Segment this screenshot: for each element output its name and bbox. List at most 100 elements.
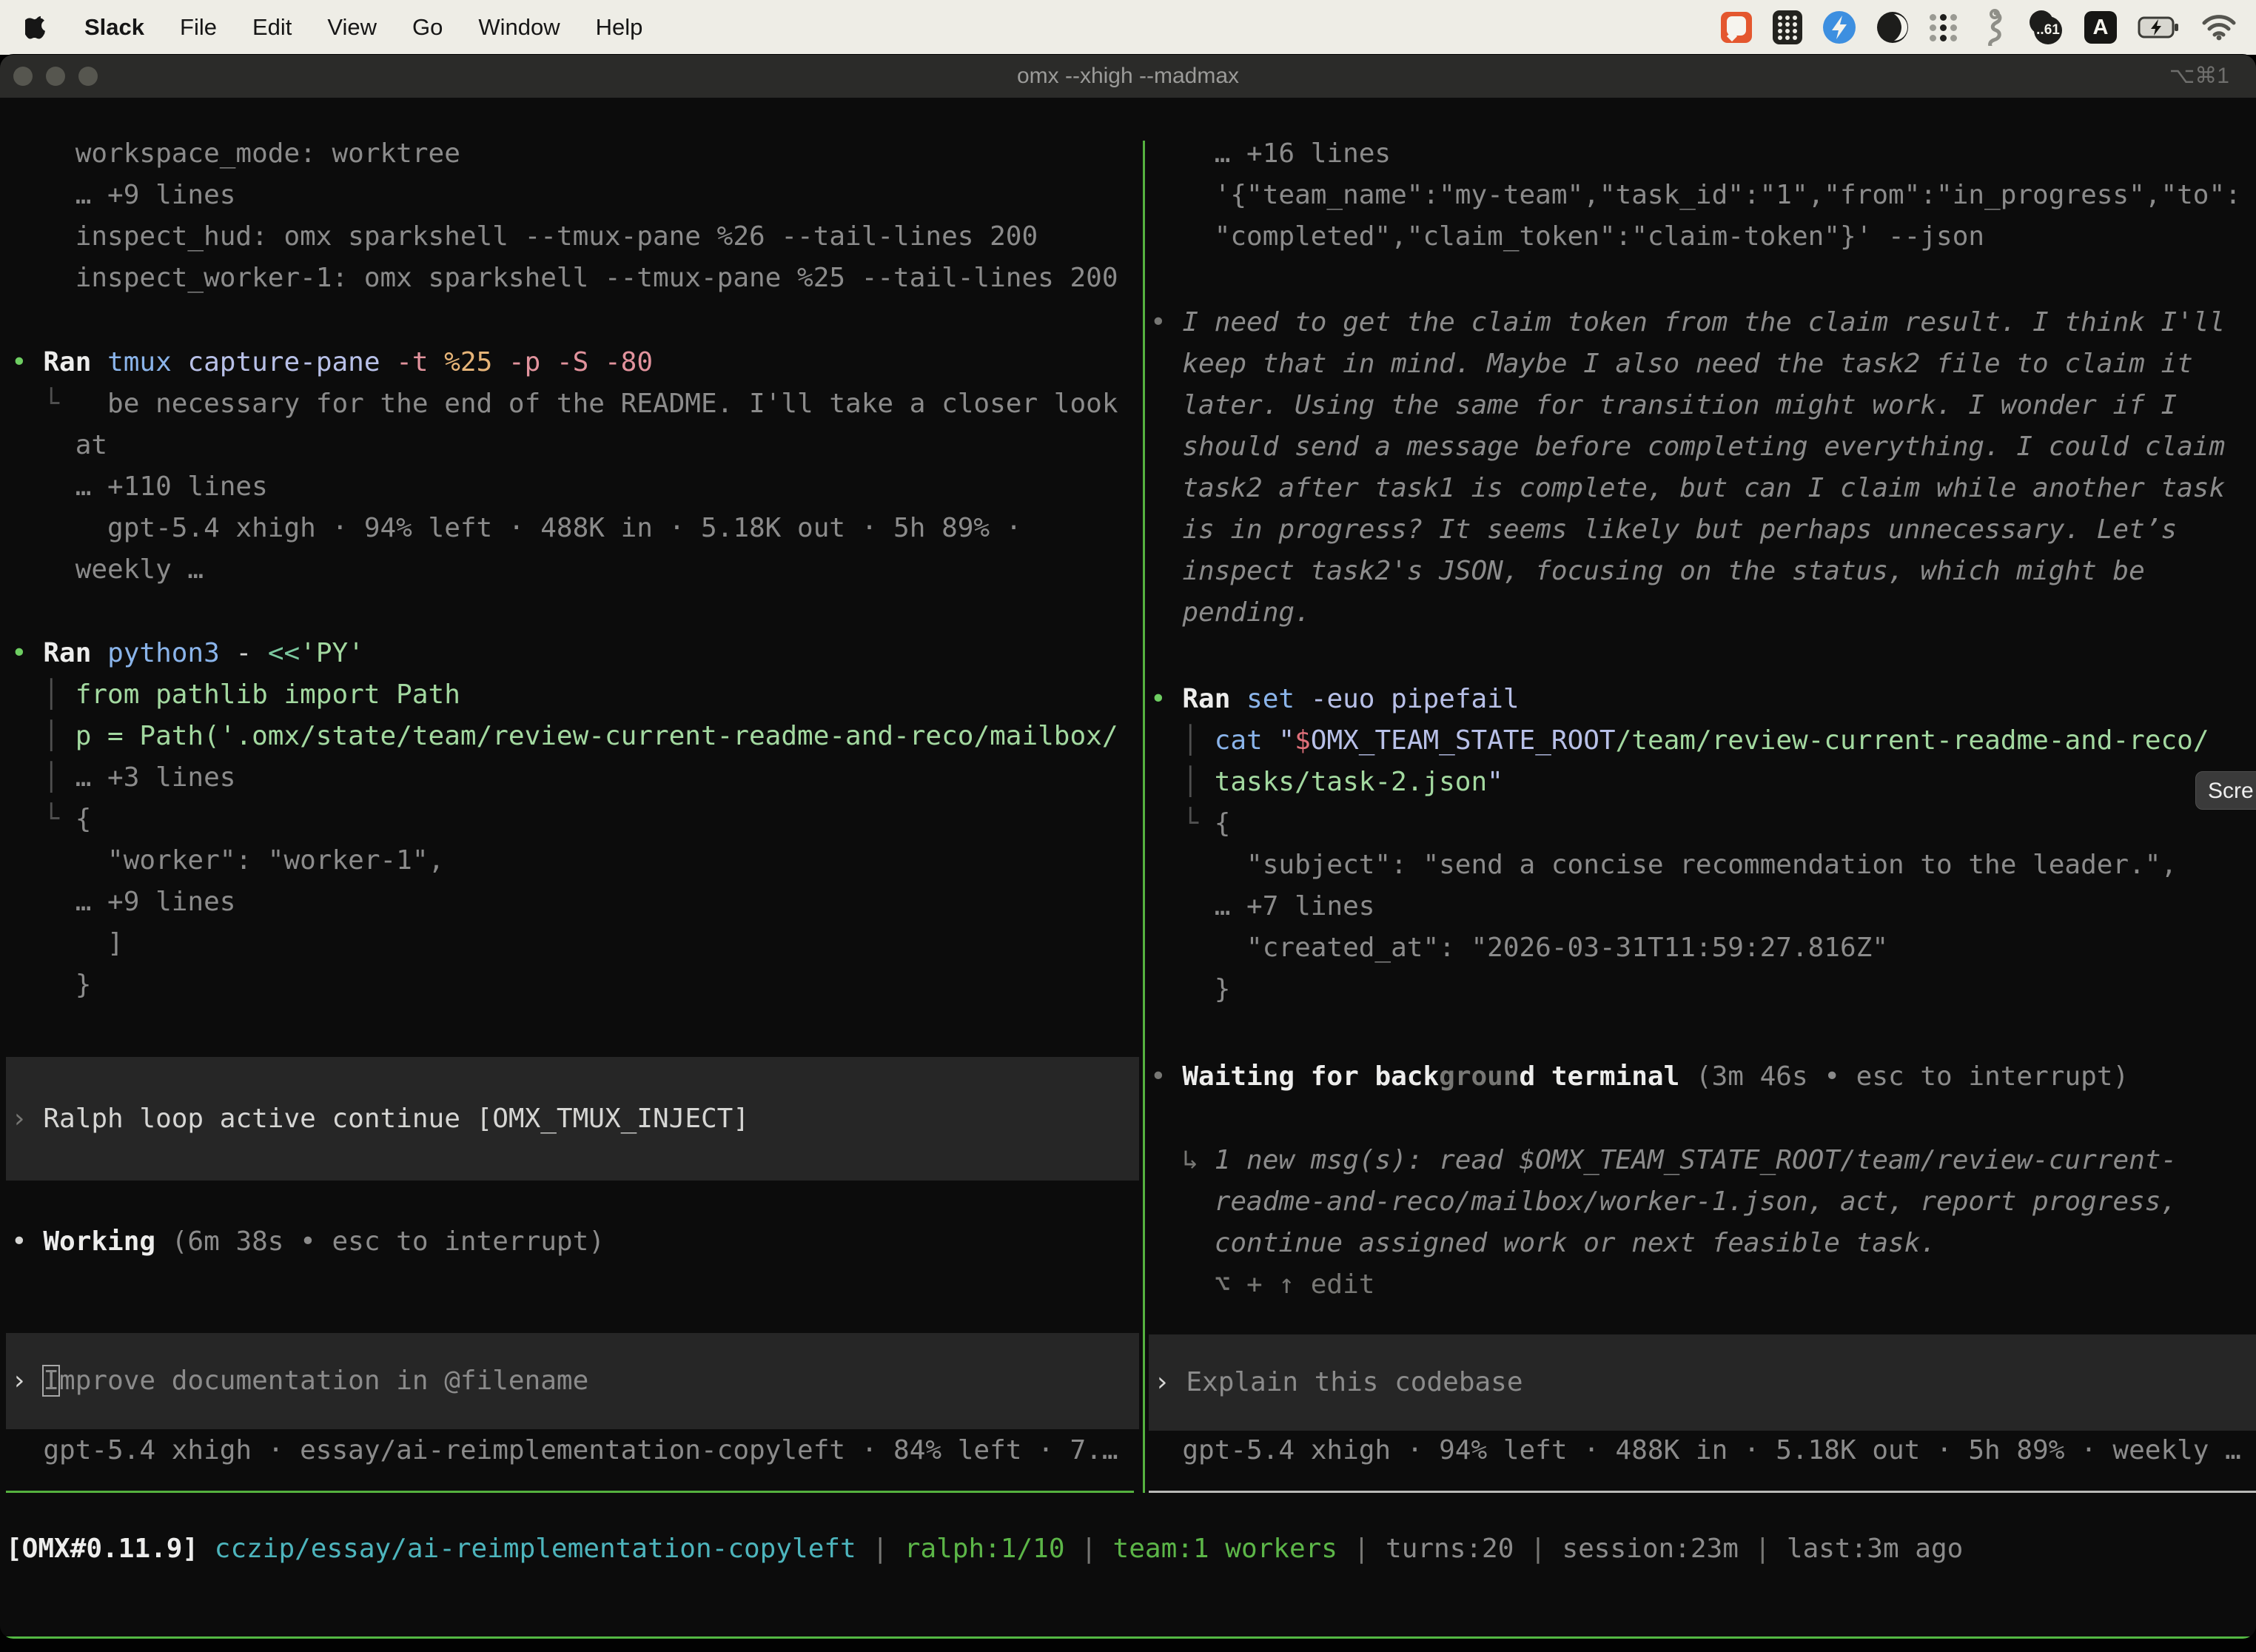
working-label: Working	[43, 1226, 155, 1257]
separator: |	[1530, 1534, 1562, 1564]
ran-label: Ran	[43, 638, 107, 668]
letter-a-icon[interactable]: A	[2084, 11, 2117, 44]
bullet-icon: •	[11, 1226, 43, 1257]
macos-menu-bar: Slack File Edit View Go Window Help ..61…	[0, 0, 2256, 55]
output-line: }	[11, 964, 1118, 1006]
chat-app-icon[interactable]	[1721, 12, 1752, 43]
code-line: │ from pathlib import Path	[11, 674, 1118, 716]
collapsed-lines-label: … +3 lines	[75, 762, 236, 793]
omx-statusline: [OMX#0.11.9] cczip/essay/ai-reimplementa…	[6, 1528, 1963, 1570]
output-text: {	[1215, 808, 1231, 839]
window-shortcut-badge: ⌥⌘1	[2169, 55, 2229, 98]
bullet-icon: •	[11, 638, 43, 668]
terminal-line: workspace_mode: worktree	[11, 133, 1118, 175]
session-status-line: gpt-5.4 xhigh · essay/ai-reimplementatio…	[11, 1430, 1118, 1471]
ran-label: Ran	[43, 347, 107, 377]
left-pane-border	[6, 1491, 1134, 1493]
wifi-icon[interactable]	[2201, 13, 2237, 41]
file-path: tasks/task-2.json	[1215, 767, 1487, 797]
chevron-icon: ›	[11, 1104, 43, 1134]
ralph-loop-text: Ralph loop active continue [OMX_TMUX_INJ…	[43, 1104, 749, 1134]
chevron-icon: ›	[11, 1366, 43, 1396]
ralph-loop-banner: › Ralph loop active continue [OMX_TMUX_I…	[6, 1057, 1139, 1181]
code-text: from pathlib import Path	[75, 679, 460, 710]
mailbox-line: continue assigned work or next feasible …	[1150, 1223, 2177, 1264]
ran-command-line: • Ran set -euo pipefail	[1150, 679, 2209, 720]
dollar-sign: $	[1295, 725, 1311, 756]
file-path: /team/review-current-readme-and-reco/	[1616, 725, 2209, 756]
left-ran-tmux-block: • Ran tmux capture-pane -t %25 -p -S -80…	[11, 342, 1118, 591]
battery-charging-icon[interactable]	[2138, 16, 2181, 38]
tmux-host-clock: "MacBook-Pro-44.local" 05:03 31-Mar-26	[1639, 1636, 2249, 1639]
output-line: … +9 lines	[11, 882, 1118, 923]
menu-item-window[interactable]: Window	[478, 14, 560, 41]
command-name: set	[1246, 684, 1311, 714]
left-prompt-input[interactable]: › Improve documentation in @filename	[11, 1360, 588, 1402]
crescent-icon[interactable]	[1876, 11, 1909, 44]
bolt-badge-icon[interactable]	[1823, 11, 1856, 44]
mailbox-text: 1 new msg(s): read $OMX_TEAM_STATE_ROOT/…	[1215, 1145, 2177, 1175]
output-line: "created_at": "2026-03-31T11:59:27.816Z"	[1150, 927, 2209, 969]
session-status-line: gpt-5.4 xhigh · 94% left · 488K in · 5.1…	[1150, 1430, 2241, 1471]
dots-grid-icon[interactable]	[1930, 14, 1957, 41]
count-badge-icon[interactable]: ..61	[2028, 10, 2064, 44]
bullet-icon: •	[11, 347, 43, 377]
code-text: p = Path('.omx/state/team/review-current…	[75, 721, 1118, 751]
terminal-window: omx --xhigh --madmax ⌥⌘1 workspace_mode:…	[0, 55, 2256, 1639]
bullet-icon: •	[1150, 307, 1182, 338]
output-text: be necessary for the end of the README. …	[107, 389, 1118, 419]
ran-label: Ran	[1182, 684, 1246, 714]
env-var: OMX_TEAM_STATE_ROOT	[1311, 725, 1616, 756]
thinking-text: I need to get the claim token from the c…	[1182, 307, 2225, 338]
menu-app-name[interactable]: Slack	[84, 14, 144, 41]
waiting-detail: (3m 46s • esc to interrupt)	[1679, 1061, 2129, 1092]
window-titlebar[interactable]: omx --xhigh --madmax ⌥⌘1	[0, 55, 2256, 98]
output-line: weekly …	[11, 549, 1118, 591]
working-line: • Working (6m 38s • esc to interrupt)	[11, 1221, 605, 1263]
menu-item-file[interactable]: File	[180, 14, 217, 41]
right-prompt-bar[interactable]: › Explain this codebase	[1149, 1334, 2256, 1431]
count-badge-value: ..61	[2034, 16, 2062, 44]
keypad-icon[interactable]	[1773, 10, 1802, 44]
quote-char: "	[1487, 767, 1503, 797]
left-session-status: gpt-5.4 xhigh · essay/ai-reimplementatio…	[11, 1430, 1118, 1471]
terminal-line: … +9 lines	[11, 175, 1118, 216]
menu-item-view[interactable]: View	[327, 14, 377, 41]
output-line: └ {	[11, 799, 1118, 840]
corner-glyph: └	[11, 389, 107, 419]
code-line: │ tasks/task-2.json"	[1150, 762, 2209, 803]
prompt-placeholder: mprove documentation in @filename	[59, 1366, 588, 1396]
omx-status-row: [OMX#0.11.9] cczip/essay/ai-reimplementa…	[6, 1528, 1963, 1570]
thinking-line: keep that in mind. Maybe I also need the…	[1150, 343, 2225, 385]
terminal-content: workspace_mode: worktree … +9 lines insp…	[0, 98, 2256, 1639]
project-path: cczip/essay/ai-reimplementation-copyleft	[215, 1534, 873, 1564]
working-detail: (6m 38s • esc to interrupt)	[155, 1226, 605, 1257]
right-mailbox-notice: ↳ 1 new msg(s): read $OMX_TEAM_STATE_ROO…	[1150, 1140, 2177, 1306]
menu-item-help[interactable]: Help	[596, 14, 643, 41]
apple-menu-icon[interactable]	[25, 13, 49, 41]
vline-glyph: │	[1150, 725, 1215, 756]
thinking-line: is in progress? It seems likely but perh…	[1150, 509, 2225, 551]
edit-hint: ⌥ + ↑ edit	[1150, 1264, 2177, 1306]
menu-item-go[interactable]: Go	[412, 14, 443, 41]
tmux-status-bar: [omx-cczip0:bash* "MacBook-Pro-44.local"…	[0, 1636, 2256, 1639]
terminal-line: inspect_hud: omx sparkshell --tmux-pane …	[11, 216, 1118, 258]
seahorse-icon[interactable]	[1978, 9, 2007, 46]
output-line: "worker": "worker-1",	[11, 840, 1118, 882]
thinking-line: • I need to get the claim token from the…	[1150, 302, 2225, 343]
left-prompt-bar[interactable]: › Improve documentation in @filename	[6, 1333, 1139, 1429]
command-flag: -t	[396, 347, 444, 377]
right-ran-set-block: • Ran set -euo pipefail │ cat "$OMX_TEAM…	[1150, 679, 2209, 1010]
bullet-icon: •	[1150, 684, 1182, 714]
return-arrow-icon: ↳	[1150, 1145, 1215, 1175]
output-line: at	[11, 425, 1118, 466]
menu-item-edit[interactable]: Edit	[252, 14, 292, 41]
quote-char: "	[1278, 725, 1295, 756]
tmux-session-label[interactable]: [omx-cczip0:bash*	[7, 1636, 280, 1639]
menu-left: Slack File Edit View Go Window Help	[0, 13, 642, 41]
pane-divider[interactable]	[1143, 141, 1145, 1493]
right-prompt-input[interactable]: › Explain this codebase	[1154, 1362, 1523, 1403]
right-pane-json-output: … +16 lines '{"team_name":"my-team","tas…	[1150, 133, 2241, 258]
thinking-line: inspect task2's JSON, focusing on the st…	[1150, 551, 2225, 592]
menu-status-icons: ..61 A	[1721, 9, 2256, 46]
